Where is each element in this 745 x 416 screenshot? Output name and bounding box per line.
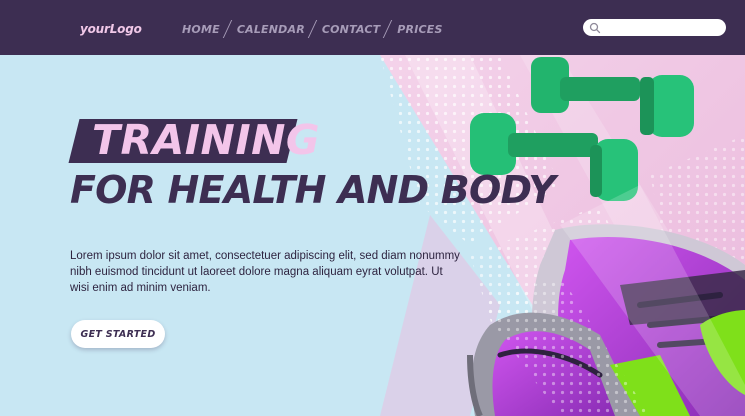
top-navigation-bar: yourLogo HOME CALENDAR CONTACT PRICES bbox=[0, 0, 745, 55]
main-nav: HOME CALENDAR CONTACT PRICES bbox=[182, 19, 443, 39]
search-icon bbox=[589, 22, 601, 34]
hero-title-line2: FOR HEALTH AND BODY bbox=[70, 168, 556, 212]
nav-divider bbox=[307, 20, 318, 38]
site-logo[interactable]: yourLogo bbox=[80, 22, 142, 36]
nav-divider bbox=[222, 20, 233, 38]
nav-link-calendar[interactable]: CALENDAR bbox=[237, 23, 305, 36]
hero-section bbox=[0, 55, 745, 416]
get-started-button[interactable]: GET STARTED bbox=[71, 320, 165, 348]
landing-page: yourLogo HOME CALENDAR CONTACT PRICES TR… bbox=[0, 0, 745, 416]
search-input[interactable] bbox=[583, 19, 726, 36]
hero-description: Lorem ipsum dolor sit amet, consectetuer… bbox=[70, 250, 460, 294]
nav-link-contact[interactable]: CONTACT bbox=[322, 23, 380, 36]
hero-background-art bbox=[0, 55, 745, 416]
nav-link-prices[interactable]: PRICES bbox=[397, 23, 442, 36]
nav-link-home[interactable]: HOME bbox=[182, 23, 220, 36]
nav-divider bbox=[383, 20, 393, 38]
hero-title-line1: TRAINING bbox=[92, 116, 321, 164]
